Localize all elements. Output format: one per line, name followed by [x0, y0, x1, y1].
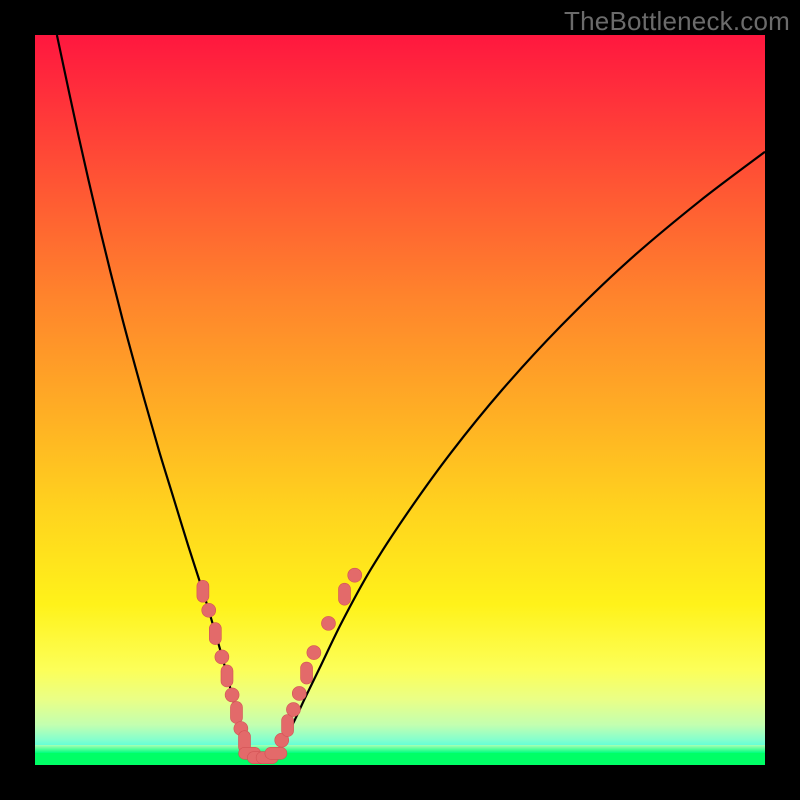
curve-marker — [215, 650, 229, 664]
curve-marker — [307, 646, 321, 660]
curve-marker — [301, 662, 313, 684]
curve-marker — [225, 688, 239, 702]
curve-marker — [282, 715, 294, 737]
plot-area — [35, 35, 765, 765]
curve-marker — [230, 701, 242, 723]
curve-markers — [197, 568, 362, 764]
curve-layer — [35, 35, 765, 765]
curve-marker — [202, 603, 216, 617]
curve-marker — [292, 686, 306, 700]
curve-marker — [197, 580, 209, 602]
bottleneck-curve — [57, 35, 765, 759]
curve-marker — [286, 703, 300, 717]
curve-marker — [339, 583, 351, 605]
curve-marker — [265, 747, 287, 759]
curve-marker — [348, 568, 362, 582]
curve-paths — [57, 35, 765, 759]
chart-frame: TheBottleneck.com — [0, 0, 800, 800]
curve-marker — [209, 623, 221, 645]
curve-marker — [221, 665, 233, 687]
bottleneck-curve-svg — [35, 35, 765, 765]
curve-marker — [321, 616, 335, 630]
watermark-text: TheBottleneck.com — [564, 6, 790, 37]
